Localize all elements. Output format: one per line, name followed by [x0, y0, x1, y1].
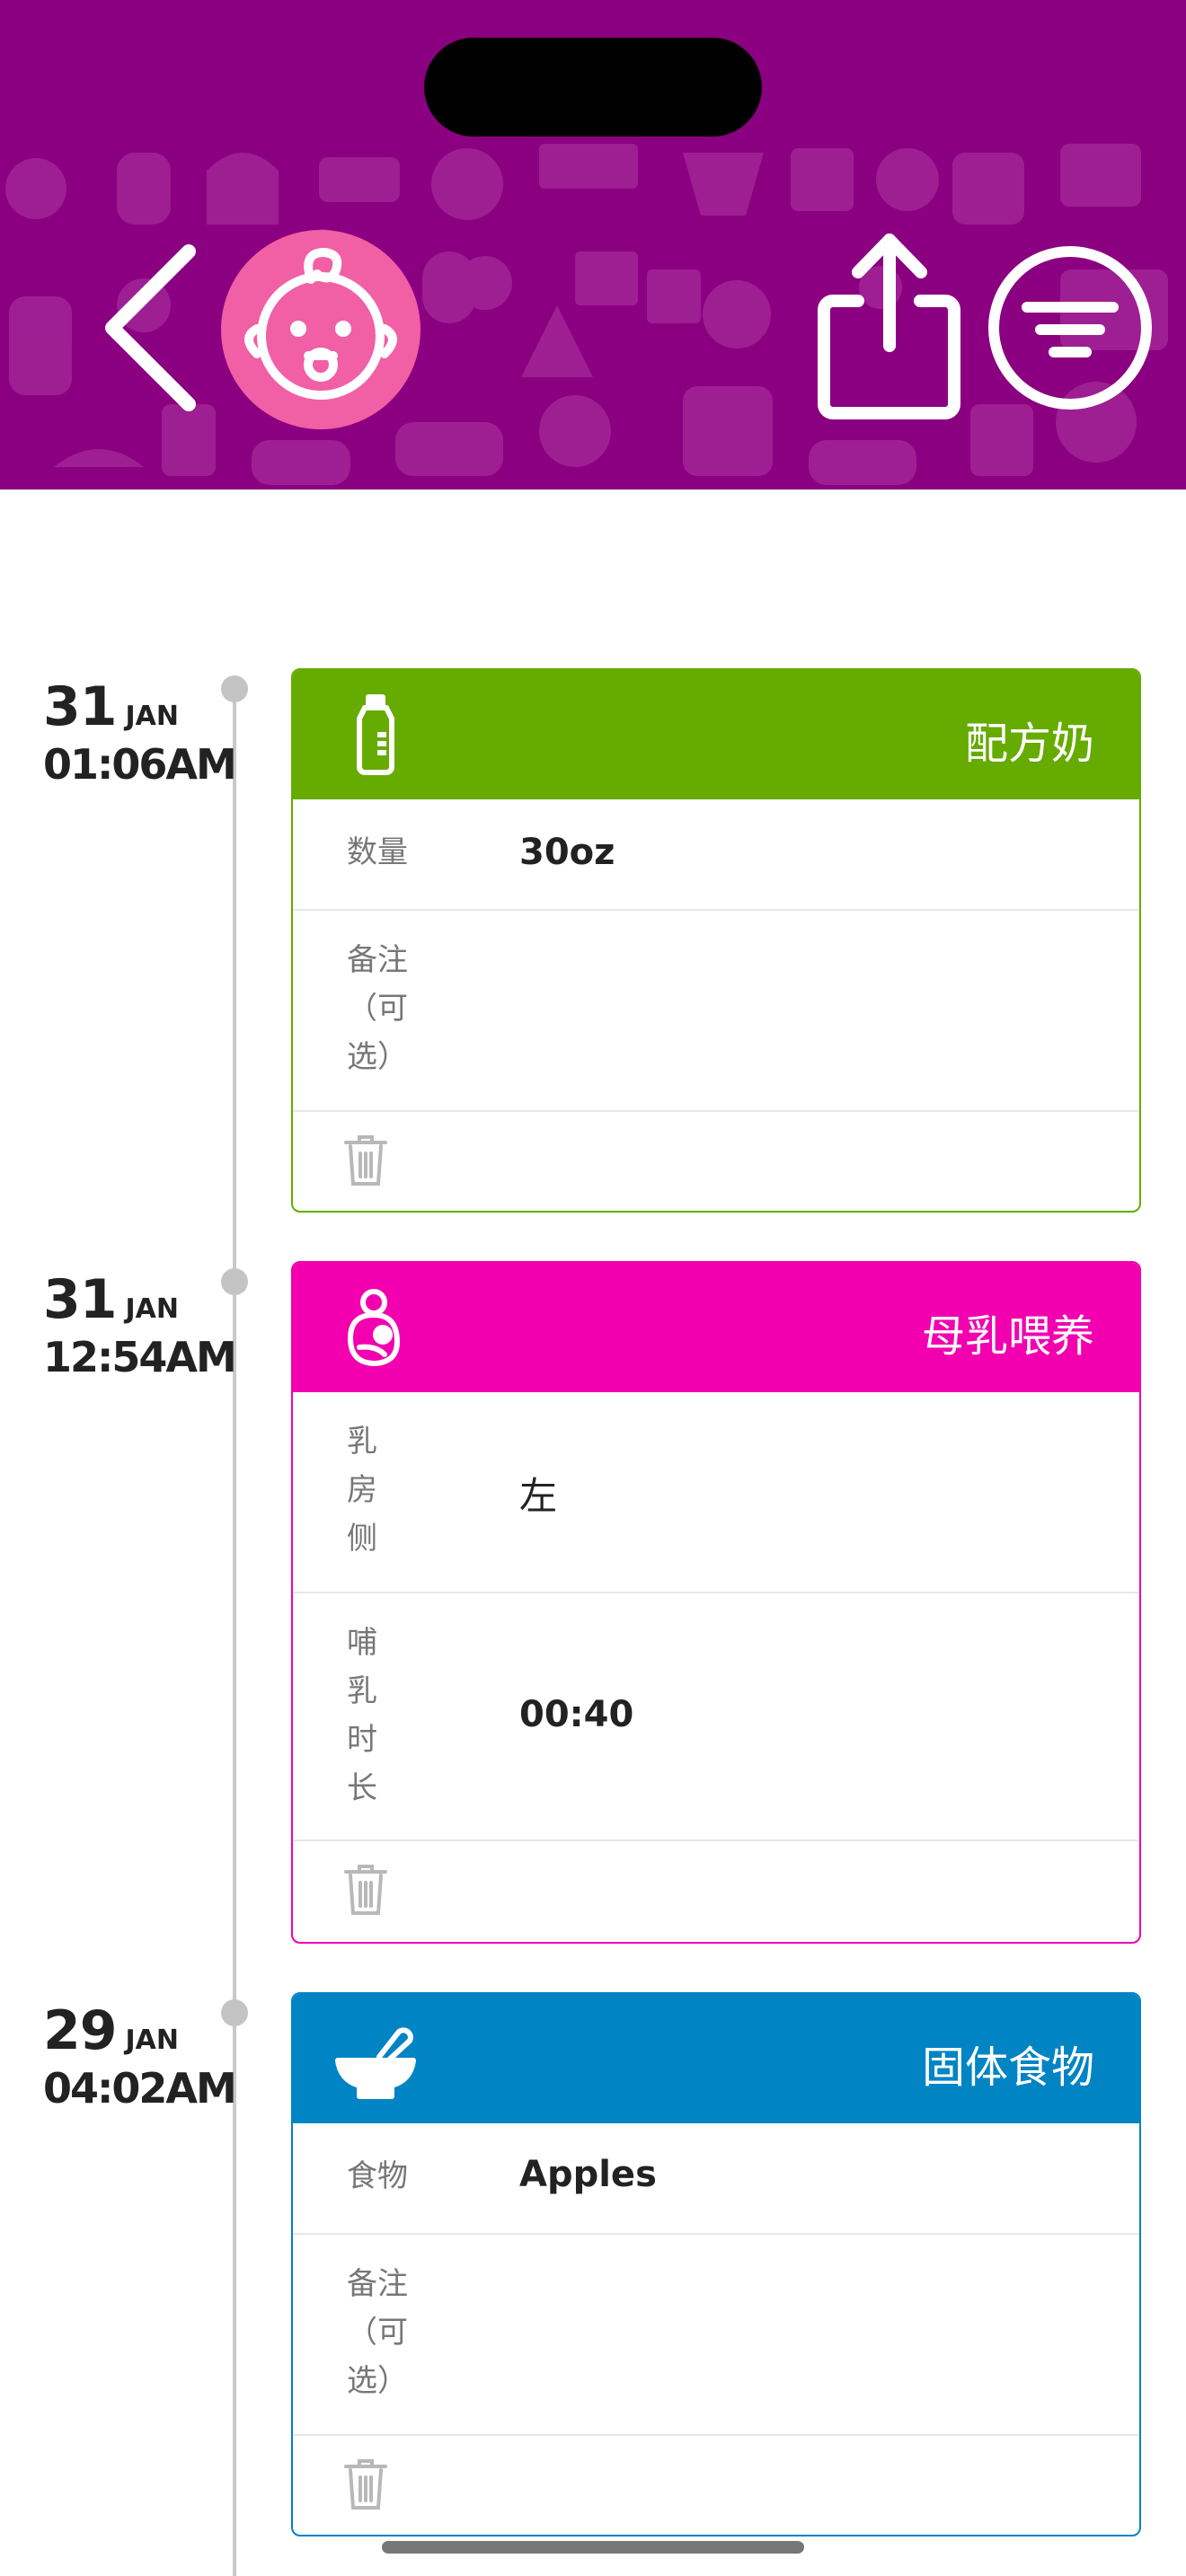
trash-icon[interactable]	[343, 1863, 388, 1917]
breastfeeding-icon	[347, 1289, 401, 1367]
card-header: 配方奶	[293, 670, 1139, 799]
entry-card-breastfeeding[interactable]: 母乳喂养 乳房侧 左 哺乳时长 00:40	[291, 1261, 1141, 1944]
entry-time: 12:54AM	[43, 1333, 237, 1381]
baby-avatar[interactable]	[221, 230, 420, 429]
breast-side-row[interactable]: 乳房侧 左	[293, 1392, 1139, 1593]
baby-face-icon	[244, 247, 397, 400]
card-header: 固体食物	[293, 1994, 1139, 2123]
trash-icon[interactable]	[343, 1134, 388, 1187]
entry-month: JAN	[125, 701, 180, 732]
trash-icon[interactable]	[343, 2457, 388, 2511]
row-label: 数量	[347, 834, 408, 870]
chevron-left-icon[interactable]	[99, 243, 207, 413]
trash-row	[293, 1841, 1139, 1940]
entry-card-formula[interactable]: 配方奶 数量 30oz 备注（可选）	[291, 668, 1141, 1213]
row-label: 备注（可选）	[347, 2266, 408, 2399]
timeline-dot	[221, 675, 248, 702]
baby-bottle-icon	[357, 694, 394, 775]
entry-month: JAN	[125, 1293, 180, 1325]
row-label: 乳房侧	[347, 1424, 377, 1557]
card-title: 母乳喂养	[921, 1311, 1094, 1362]
row-value: Apples	[519, 2154, 657, 2195]
trash-row	[293, 1112, 1139, 1211]
food-row[interactable]: 食物 Apples	[293, 2123, 1139, 2235]
entry-date: 31 JAN 01:06AM	[43, 675, 237, 789]
entry-time: 01:06AM	[43, 740, 237, 789]
mortar-bowl-icon	[335, 2027, 416, 2099]
entry-day: 31	[43, 675, 117, 738]
entry-card-solid-food[interactable]: 固体食物 食物 Apples 备注（可选）	[291, 1992, 1141, 2536]
entry-date: 31 JAN 12:54AM	[43, 1268, 237, 1381]
timeline-line	[233, 690, 236, 2576]
entry-day: 29	[43, 1999, 117, 2062]
row-value: 左	[519, 1474, 558, 1518]
timeline-dot	[221, 1268, 248, 1295]
row-value: 30oz	[519, 832, 615, 873]
share-icon[interactable]	[813, 229, 966, 422]
card-header: 母乳喂养	[293, 1263, 1139, 1392]
entry-day: 31	[43, 1268, 117, 1331]
trash-row	[293, 2436, 1139, 2535]
notes-row[interactable]: 备注（可选）	[293, 2235, 1139, 2436]
duration-row[interactable]: 哺乳时长 00:40	[293, 1593, 1139, 1841]
timeline-dot	[221, 1999, 248, 2026]
row-label: 哺乳时长	[347, 1625, 377, 1806]
card-title: 配方奶	[964, 719, 1094, 769]
row-label: 食物	[347, 2158, 408, 2194]
card-title: 固体食物	[921, 2042, 1094, 2093]
row-label: 备注（可选）	[347, 942, 408, 1075]
entry-date: 29 JAN 04:02AM	[43, 1999, 237, 2113]
entry-month: JAN	[125, 2025, 180, 2056]
filter-icon[interactable]	[987, 244, 1154, 411]
row-value: 00:40	[519, 1694, 634, 1735]
camera-notch	[424, 38, 762, 137]
amount-row[interactable]: 数量 30oz	[293, 799, 1139, 911]
notes-row[interactable]: 备注（可选）	[293, 911, 1139, 1112]
entry-time: 04:02AM	[43, 2064, 237, 2113]
home-indicator[interactable]	[382, 2541, 804, 2554]
app-header	[0, 0, 1186, 490]
